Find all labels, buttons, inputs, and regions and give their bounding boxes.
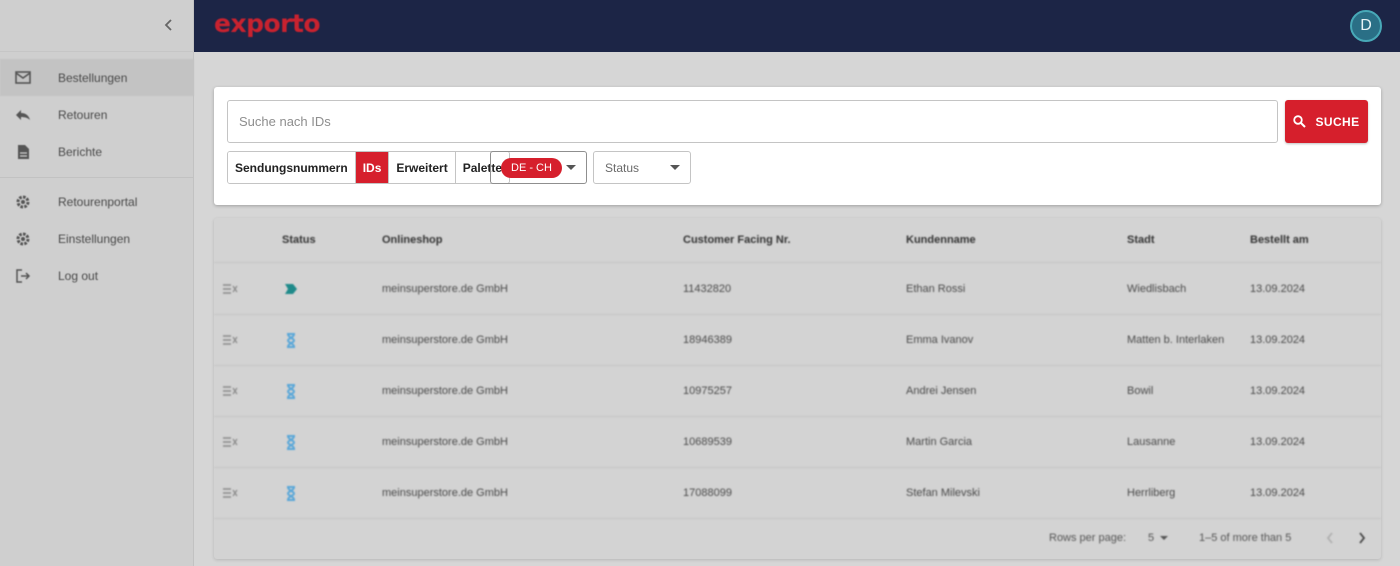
column-header-bestellt-am[interactable]: Bestellt am — [1250, 218, 1309, 262]
hourglass-icon — [286, 366, 296, 416]
cell-stadt: Wiedlisbach — [1127, 283, 1187, 295]
sidebar-item-retourenportal[interactable]: Retourenportal — [0, 183, 194, 220]
table-row[interactable]: meinsuperstore.de GmbH 18946389 Emma Iva… — [214, 315, 1381, 366]
mail-icon — [14, 69, 32, 87]
cell-onlineshop: meinsuperstore.de GmbH — [382, 436, 508, 448]
chevron-left-icon — [164, 19, 172, 31]
sidebar: Bestellungen Retouren Berichte Retourenp… — [0, 0, 194, 566]
sidebar-item-label: Einstellungen — [58, 231, 131, 246]
cell-customer-facing-nr: 11432820 — [683, 283, 732, 295]
row-detail-icon[interactable] — [222, 417, 238, 467]
chevron-left-icon — [1326, 532, 1333, 544]
reply-icon — [14, 106, 32, 124]
cell-bestellt-am: 13.09.2024 — [1250, 487, 1306, 499]
logout-icon — [14, 267, 32, 285]
row-detail-icon[interactable] — [222, 315, 238, 365]
cell-bestellt-am: 13.09.2024 — [1250, 385, 1306, 397]
collapse-sidebar-button[interactable] — [158, 14, 180, 36]
search-mode-toggle-group: Sendungsnummern IDs Erweitert Palette — [227, 151, 511, 184]
column-header-status[interactable]: Status — [282, 218, 316, 262]
cell-customer-facing-nr: 17088099 — [683, 487, 732, 499]
country-select[interactable]: DE - CH — [490, 151, 587, 184]
table-row[interactable]: meinsuperstore.de GmbH 10975257 Andrei J… — [214, 366, 1381, 417]
hourglass-icon — [286, 315, 296, 365]
toggle-sendungsnummern[interactable]: Sendungsnummern — [228, 152, 356, 183]
column-header-kundenname[interactable]: Kundenname — [906, 218, 976, 262]
cell-onlineshop: meinsuperstore.de GmbH — [382, 487, 508, 499]
row-detail-icon[interactable] — [222, 264, 238, 314]
gear-icon — [14, 230, 32, 248]
chevron-right-icon — [1359, 532, 1366, 544]
search-button-label: SUCHE — [1315, 114, 1360, 129]
sidebar-item-label: Log out — [58, 268, 99, 283]
cell-kundenname: Stefan Milevski — [906, 487, 980, 499]
document-icon — [14, 143, 32, 161]
search-icon — [1293, 115, 1307, 128]
hourglass-icon — [286, 417, 296, 467]
cell-kundenname: Ethan Rossi — [906, 283, 966, 295]
avatar[interactable]: D — [1350, 10, 1382, 42]
chevron-down-icon — [566, 165, 576, 170]
column-header-stadt[interactable]: Stadt — [1127, 218, 1155, 262]
search-panel: SUCHE Sendungsnummern IDs Erweitert Pale… — [214, 87, 1381, 205]
table-row[interactable]: meinsuperstore.de GmbH 11432820 Ethan Ro… — [214, 264, 1381, 315]
sidebar-item-label: Berichte — [58, 144, 103, 159]
next-page-button[interactable] — [1358, 518, 1366, 558]
cell-kundenname: Martin Garcia — [906, 436, 973, 448]
row-detail-icon[interactable] — [222, 468, 238, 518]
previous-page-button[interactable] — [1326, 518, 1334, 558]
cell-kundenname: Emma Ivanov — [906, 334, 974, 346]
cell-bestellt-am: 13.09.2024 — [1250, 436, 1306, 448]
sidebar-item-label: Retouren — [58, 107, 108, 122]
table-row[interactable]: meinsuperstore.de GmbH 10689539 Martin G… — [214, 417, 1381, 468]
sidebar-item-retouren[interactable]: Retouren — [0, 96, 194, 133]
row-detail-icon[interactable] — [222, 366, 238, 416]
status-select-label: Status — [605, 161, 640, 175]
sidebar-item-bestellungen[interactable]: Bestellungen — [0, 59, 194, 96]
chevron-down-icon — [670, 165, 680, 170]
sidebar-item-label: Bestellungen — [58, 70, 128, 85]
exporto-logo[interactable]: exporto — [214, 9, 321, 38]
search-input[interactable] — [227, 100, 1278, 143]
orders-table: Status Onlineshop Customer Facing Nr. Ku… — [214, 218, 1381, 559]
chevron-down-icon — [1160, 536, 1169, 540]
toggle-ids[interactable]: IDs — [355, 152, 390, 183]
country-chip[interactable]: DE - CH — [501, 157, 562, 178]
cell-stadt: Matten b. Interlaken — [1127, 334, 1225, 346]
cell-bestellt-am: 13.09.2024 — [1250, 283, 1306, 295]
rows-per-page-value: 5 — [1148, 532, 1155, 544]
cell-customer-facing-nr: 10975257 — [683, 385, 732, 397]
hourglass-icon — [286, 468, 296, 518]
table-row[interactable]: meinsuperstore.de GmbH 17088099 Stefan M… — [214, 468, 1381, 519]
cell-bestellt-am: 13.09.2024 — [1250, 334, 1306, 346]
shipped-tag-icon — [284, 264, 298, 314]
table-header: Status Onlineshop Customer Facing Nr. Ku… — [214, 218, 1381, 263]
rows-per-page-label: Rows per page: — [1049, 532, 1127, 544]
gear-icon — [14, 193, 32, 211]
cell-stadt: Herrliberg — [1127, 487, 1176, 499]
rows-per-page-select[interactable]: 5 — [1148, 518, 1169, 558]
cell-kundenname: Andrei Jensen — [906, 385, 977, 397]
sidebar-item-label: Retourenportal — [58, 194, 138, 209]
column-header-customer-facing-nr[interactable]: Customer Facing Nr. — [683, 218, 791, 262]
cell-onlineshop: meinsuperstore.de GmbH — [382, 385, 508, 397]
sidebar-item-einstellungen[interactable]: Einstellungen — [0, 220, 194, 257]
column-header-onlineshop[interactable]: Onlineshop — [382, 218, 443, 262]
toggle-erweitert[interactable]: Erweitert — [389, 152, 456, 183]
cell-customer-facing-nr: 10689539 — [683, 436, 732, 448]
cell-onlineshop: meinsuperstore.de GmbH — [382, 283, 508, 295]
sidebar-item-logout[interactable]: Log out — [0, 257, 194, 294]
divider — [0, 51, 194, 52]
table-pagination: Rows per page: 5 1–5 of more than 5 — [214, 518, 1381, 558]
cell-stadt: Lausanne — [1127, 436, 1176, 448]
search-button[interactable]: SUCHE — [1285, 100, 1368, 143]
cell-stadt: Bowil — [1127, 385, 1154, 397]
top-bar: exporto D — [194, 0, 1400, 52]
pagination-range: 1–5 of more than 5 — [1199, 532, 1292, 544]
divider — [0, 177, 194, 178]
sidebar-item-berichte[interactable]: Berichte — [0, 133, 194, 170]
cell-onlineshop: meinsuperstore.de GmbH — [382, 334, 508, 346]
cell-customer-facing-nr: 18946389 — [683, 334, 732, 346]
status-select[interactable]: Status — [593, 151, 691, 184]
